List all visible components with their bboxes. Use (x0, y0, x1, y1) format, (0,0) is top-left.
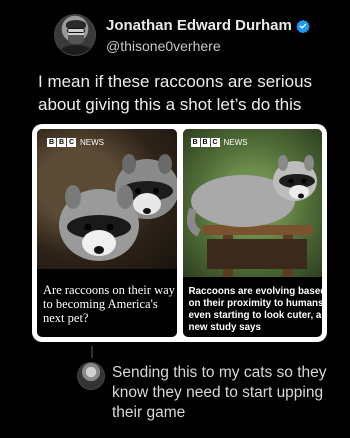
verified-badge-icon (296, 19, 310, 33)
bbc-b2: B (57, 138, 66, 147)
reply-text: Sending this to my cats so they know the… (112, 364, 327, 421)
media-right-panel[interactable]: B B C NEWS Raccoons are evolving based o… (182, 129, 323, 337)
reply-author-avatar[interactable] (77, 362, 105, 390)
avatar-glasses (67, 28, 85, 33)
author-name-row[interactable]: Jonathan Edward Durham (106, 17, 310, 34)
raccoon-photo-right (182, 129, 322, 277)
raccoon-photo-left (37, 129, 177, 269)
bbc-news-label-right: NEWS (223, 138, 248, 147)
bbc-news-logo-right: B B C NEWS (190, 138, 248, 147)
bbc-news-label-left: NEWS (80, 138, 104, 147)
media-left-panel[interactable]: B B C NEWS Are raccoons on their way to … (37, 129, 177, 337)
raccoons-illustration (59, 154, 177, 261)
bbc-c: C (67, 138, 76, 147)
tweet-text: I mean if these raccoons are serious abo… (38, 72, 313, 114)
tweet-media-card[interactable]: B B C NEWS Are raccoons on their way to … (32, 124, 327, 342)
author-handle[interactable]: @thisone0verhere (106, 38, 221, 54)
media-left-caption: Are raccoons on their way to becoming Am… (43, 283, 175, 325)
author-name[interactable]: Jonathan Edward Durham (106, 17, 292, 34)
bbc-b1: B (47, 138, 56, 147)
raccoon-on-feeder-illustration (186, 155, 317, 277)
bbc-news-logo-left: B B C NEWS (47, 138, 104, 147)
bbc-c-right: C (210, 138, 220, 147)
author-avatar[interactable] (54, 14, 96, 56)
bbc-b2-right: B (200, 138, 210, 147)
bbc-b1-right: B (190, 138, 200, 147)
media-right-caption: Raccoons are evolving based on their pro… (188, 286, 323, 333)
avatar-beard (68, 35, 84, 44)
thread-connector-line (91, 346, 93, 358)
avatar-shoulders (58, 45, 94, 55)
